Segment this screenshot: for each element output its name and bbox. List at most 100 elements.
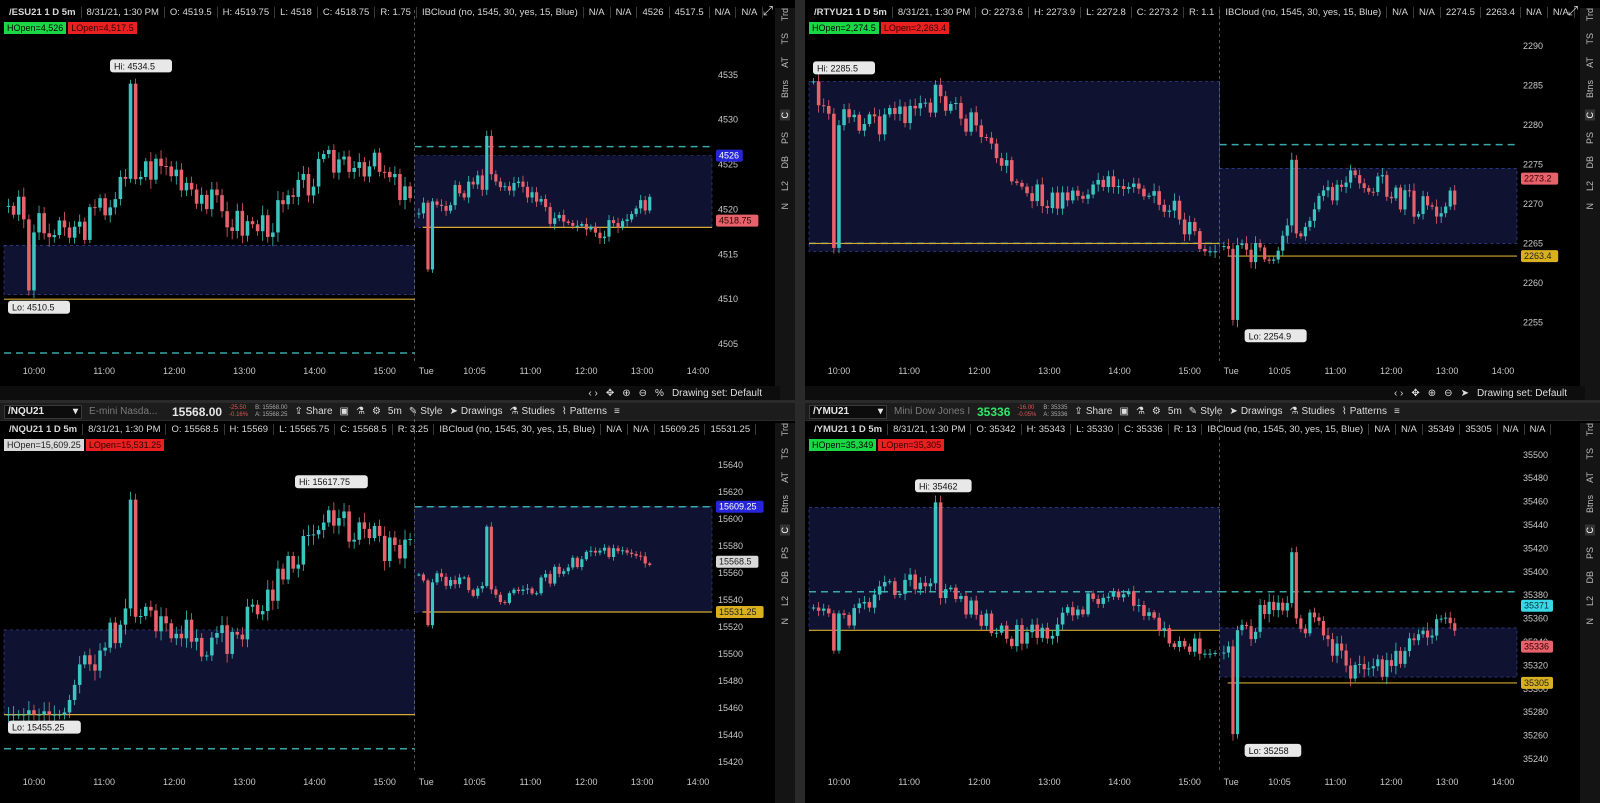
- price-chart[interactable]: Hi: 4534.5Lo: 4510.545354530452545204515…: [0, 0, 775, 400]
- side-tab-ts[interactable]: TS: [1585, 448, 1595, 460]
- session-candle: [417, 574, 421, 576]
- side-tab-trd[interactable]: Trd: [780, 423, 790, 436]
- side-tab-at[interactable]: AT: [780, 57, 790, 68]
- session-candle: [507, 186, 512, 191]
- price-axis[interactable]: 15640 15620 15600 15580 15560 15540 15520 15500…: [716, 460, 764, 767]
- chart-panel-nq[interactable]: /NQU21 ▾ E-mini Nasda... 15568.00 -25.50 -0.1…: [0, 403, 795, 803]
- cursor-icon[interactable]: ➤: [1461, 388, 1469, 399]
- session-candle: [458, 577, 462, 585]
- pan-icon[interactable]: ✥: [1411, 388, 1419, 399]
- side-tab-ps[interactable]: PS: [1585, 132, 1595, 144]
- side-tab-at[interactable]: AT: [1585, 57, 1595, 68]
- overnight-candle: [1081, 195, 1085, 199]
- session-candle: [1344, 650, 1348, 666]
- overnight-candle: [98, 650, 102, 671]
- overnight-candle: [954, 103, 958, 105]
- session-candle: [1349, 665, 1353, 679]
- side-tab-c[interactable]: C: [780, 109, 790, 121]
- drawing-set-label[interactable]: Drawing set: Default: [672, 388, 762, 399]
- session-candle: [1407, 190, 1412, 192]
- price-axis-tick: 15420: [718, 757, 743, 767]
- side-tab-btns[interactable]: Btns: [1585, 495, 1595, 513]
- chart-panel-ym[interactable]: /YMU21▾Mini Dow Jones Ind...35336-16.00-…: [805, 403, 1600, 803]
- time-axis-tick: 14:00: [1108, 777, 1131, 787]
- overnight-candle: [255, 604, 260, 615]
- scroll-arrows-icon[interactable]: ‹ ›: [1394, 388, 1403, 399]
- side-tab-db[interactable]: DB: [1585, 156, 1595, 169]
- time-axis[interactable]: 10:00 11:00 12:00 13:00 14:00 15:00 Tue 10:05 11…: [23, 366, 710, 376]
- overnight-candle: [888, 581, 892, 583]
- time-axis-tick: 13:00: [1038, 366, 1061, 376]
- price-axis-tick: 35460: [1523, 497, 1548, 507]
- side-tab-db[interactable]: DB: [780, 571, 790, 584]
- side-tab-trd[interactable]: Trd: [780, 8, 790, 21]
- session-candle: [1435, 206, 1439, 217]
- chart-panel-es[interactable]: /ESU21 1 D 5m 8/31/21, 1:30 PM O: 4519.5 H:…: [0, 0, 795, 400]
- overnight-candle: [250, 221, 255, 225]
- zoom-out-icon[interactable]: ⊖: [639, 388, 647, 399]
- zoom-in-icon[interactable]: ⊕: [1428, 388, 1436, 399]
- price-axis[interactable]: 2290 2285 2280 2275 2270 2265 2260 2255 2273.2 22…: [1521, 41, 1559, 328]
- side-tab-trd[interactable]: Trd: [1585, 8, 1595, 21]
- side-tab-n[interactable]: N: [780, 618, 790, 625]
- overnight-candle: [245, 606, 250, 640]
- overnight-candle: [923, 102, 928, 104]
- session-candle: [489, 135, 493, 175]
- price-chart[interactable]: Hi: 35462Lo: 352583550035480354603544035…: [805, 403, 1580, 803]
- side-tab-l2[interactable]: L2: [780, 181, 790, 191]
- overnight-candle: [230, 632, 234, 654]
- overnight-candle: [1187, 222, 1192, 235]
- overnight-candle: [118, 176, 123, 200]
- time-axis-tick: 10:00: [23, 777, 46, 787]
- price-chart[interactable]: Hi: 15617.75Lo: 15455.251564015620156001…: [0, 403, 775, 803]
- price-axis-tick: 15500: [718, 649, 743, 659]
- side-tab-l2[interactable]: L2: [780, 596, 790, 606]
- scroll-arrows-icon[interactable]: ‹ ›: [588, 388, 597, 399]
- side-tab-l2[interactable]: L2: [1585, 596, 1595, 606]
- percent-toggle[interactable]: %: [655, 388, 664, 399]
- side-tab-l2[interactable]: L2: [1585, 181, 1595, 191]
- side-tab-n[interactable]: N: [1585, 618, 1595, 625]
- side-tab-ts[interactable]: TS: [780, 448, 790, 460]
- side-tab-n[interactable]: N: [780, 203, 790, 210]
- session-candle: [1294, 552, 1298, 619]
- zoom-in-icon[interactable]: ⊕: [622, 388, 630, 399]
- expand-icon[interactable]: ⤢: [1568, 3, 1578, 19]
- side-tab-btns[interactable]: Btns: [780, 80, 790, 98]
- drawing-set-label[interactable]: Drawing set: Default: [1477, 388, 1567, 399]
- side-tab-ps[interactable]: PS: [780, 132, 790, 144]
- price-chart[interactable]: Hi: 2285.5 Lo: 2254.9 2290 2285 2280 2275 2270…: [805, 0, 1580, 400]
- hi-label: Hi: 2285.5: [813, 61, 875, 75]
- side-tab-at[interactable]: AT: [780, 472, 790, 483]
- side-tab-db[interactable]: DB: [780, 156, 790, 169]
- pan-icon[interactable]: ✥: [606, 388, 614, 399]
- time-axis-tick: 14:00: [1492, 777, 1515, 787]
- price-axis[interactable]: 35500 35480 35460 35440 35420 35400 35380 35360…: [1521, 450, 1553, 764]
- zoom-out-icon[interactable]: ⊖: [1444, 388, 1452, 399]
- side-tab-n[interactable]: N: [1585, 203, 1595, 210]
- side-tab-ts[interactable]: TS: [780, 33, 790, 45]
- overnight-candle: [913, 574, 917, 590]
- side-tab-ps[interactable]: PS: [780, 547, 790, 559]
- expand-icon[interactable]: ⤢: [763, 3, 773, 19]
- side-tab-c[interactable]: C: [1585, 109, 1595, 121]
- overnight-candle: [949, 103, 953, 111]
- side-tab-btns[interactable]: Btns: [1585, 80, 1595, 98]
- time-axis-tick: 11:00: [1324, 777, 1346, 787]
- price-axis-tick: 4520: [718, 204, 738, 214]
- session-candle: [512, 183, 516, 191]
- time-axis[interactable]: 10:00 11:00 12:00 13:00 14:00 15:00 Tue 10:05 11…: [828, 366, 1515, 376]
- side-tab-ts[interactable]: TS: [1585, 33, 1595, 45]
- side-tab-c[interactable]: C: [780, 524, 790, 536]
- side-tab-trd[interactable]: Trd: [1585, 423, 1595, 436]
- chart-panel-rty[interactable]: /RTYU21 1 D 5m 8/31/21, 1:30 PM O: 2273.6 H…: [805, 0, 1600, 400]
- overnight-candle: [83, 221, 87, 240]
- side-tab-btns[interactable]: Btns: [780, 495, 790, 513]
- time-axis[interactable]: 10:00 11:00 12:00 13:00 14:00 15:00 Tue 10:05 11…: [23, 777, 710, 787]
- side-tab-c[interactable]: C: [1585, 524, 1595, 536]
- side-tab-at[interactable]: AT: [1585, 472, 1595, 483]
- time-axis[interactable]: 10:00 11:00 12:00 13:00 14:00 15:00 Tue 10:05 11…: [828, 777, 1515, 787]
- side-tab-ps[interactable]: PS: [1585, 547, 1595, 559]
- price-axis[interactable]: 453545304525452045154510450545264518.75: [716, 70, 759, 349]
- side-tab-db[interactable]: DB: [1585, 571, 1595, 584]
